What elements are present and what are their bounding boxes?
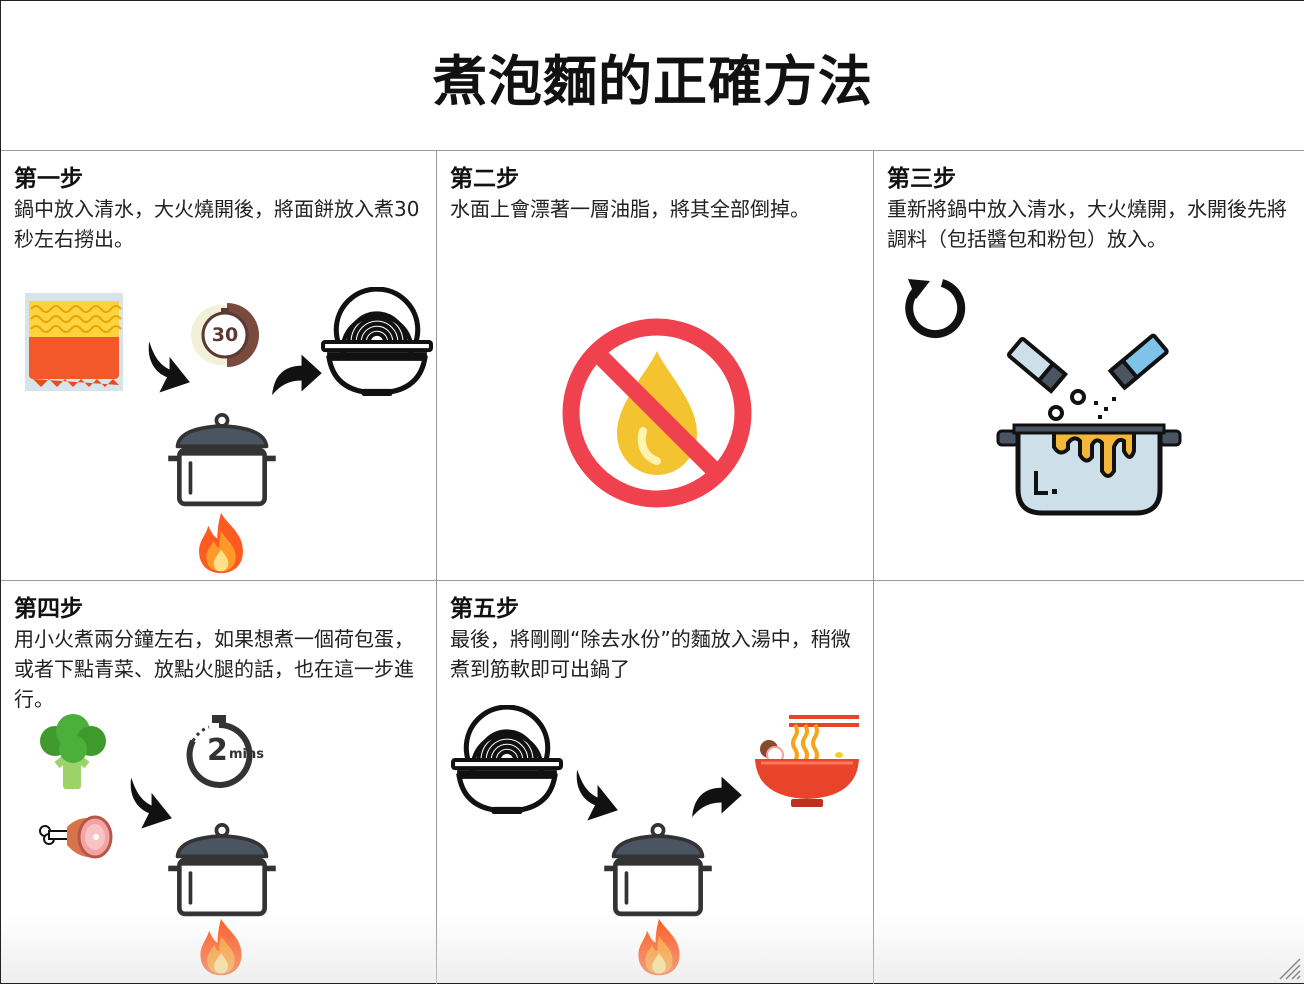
arrow-down-icon (576, 769, 618, 821)
step-1-text: 鍋中放入清水，大火燒開後，將面餅放入煮30秒左右撈出。 (14, 197, 420, 251)
step-1-title: 第一步 (14, 166, 83, 192)
broccoli-icon (40, 714, 106, 789)
arrow-right-icon (267, 351, 325, 397)
step-5-title: 第五步 (450, 596, 519, 622)
page-title: 煮泡麵的正確方法 (433, 50, 873, 113)
recipe-page: 煮泡麵的正確方法 第一步 鍋中放入清水，大火燒開後，將面餅放入煮30秒左右撈出。… (0, 0, 1304, 984)
step-3-title: 第三步 (887, 166, 956, 192)
step-5-cell: 第五步 最後，將剛剛“除去水份”的麵放入湯中，稍微煮到筋軟即可出鍋了 (437, 581, 874, 984)
no-oil-icon (562, 318, 752, 508)
step-4-text: 用小火煮兩分鐘左右，如果想煮一個荷包蛋，或者下點青菜、放點火腿的話，也在這一步進… (14, 627, 414, 711)
fire-icon (631, 917, 687, 977)
cooking-pot-icon (161, 413, 283, 515)
timer-unit: mins (229, 747, 264, 762)
noodle-block-icon (25, 293, 123, 391)
ramen-bowl-icon (755, 715, 859, 807)
arrow-down-icon (148, 341, 190, 393)
header: 煮泡麵的正確方法 (1, 1, 1304, 151)
step-3-cell: 第三步 重新將鍋中放入清水，大火燒開，水開後先將調料（包括醬包和粉包）放入。 (874, 151, 1304, 581)
arrow-right-icon (687, 773, 745, 819)
step-2-cell: 第二步 水面上會漂著一層油脂，將其全部倒掉。 (437, 151, 874, 581)
step-5-text: 最後，將剛剛“除去水份”的麵放入湯中，稍微煮到筋軟即可出鍋了 (450, 627, 851, 681)
timer-number: 2 (207, 733, 228, 768)
refresh-icon (905, 279, 966, 339)
step-4-cell: 第四步 用小火煮兩分鐘左右，如果想煮一個荷包蛋，或者下點青菜、放點火腿的話，也在… (1, 581, 437, 984)
cooking-pot-icon (161, 823, 283, 925)
fire-icon (193, 917, 249, 977)
noodle-bowl-icon (451, 705, 563, 817)
fire-icon (193, 511, 249, 575)
resize-grip-icon[interactable] (1276, 955, 1302, 981)
timer-icon: 2 mins (185, 713, 265, 789)
step-2-text: 水面上會漂著一層油脂，將其全部倒掉。 (450, 197, 810, 221)
step-2-title: 第二步 (450, 166, 519, 192)
timer-label: 30 (211, 324, 239, 346)
timer-icon: 30 (187, 299, 261, 371)
step-4-title: 第四步 (14, 596, 83, 622)
step-1-cell: 第一步 鍋中放入清水，大火燒開後，將面餅放入煮30秒左右撈出。 30 (1, 151, 437, 581)
empty-cell (874, 581, 1304, 984)
cooking-pot-icon (597, 823, 719, 925)
step-3-text: 重新將鍋中放入清水，大火燒開，水開後先將調料（包括醬包和粉包）放入。 (887, 197, 1287, 251)
seasoning-icon (996, 333, 1182, 516)
ham-icon (39, 815, 113, 859)
noodle-bowl-icon (321, 287, 433, 399)
